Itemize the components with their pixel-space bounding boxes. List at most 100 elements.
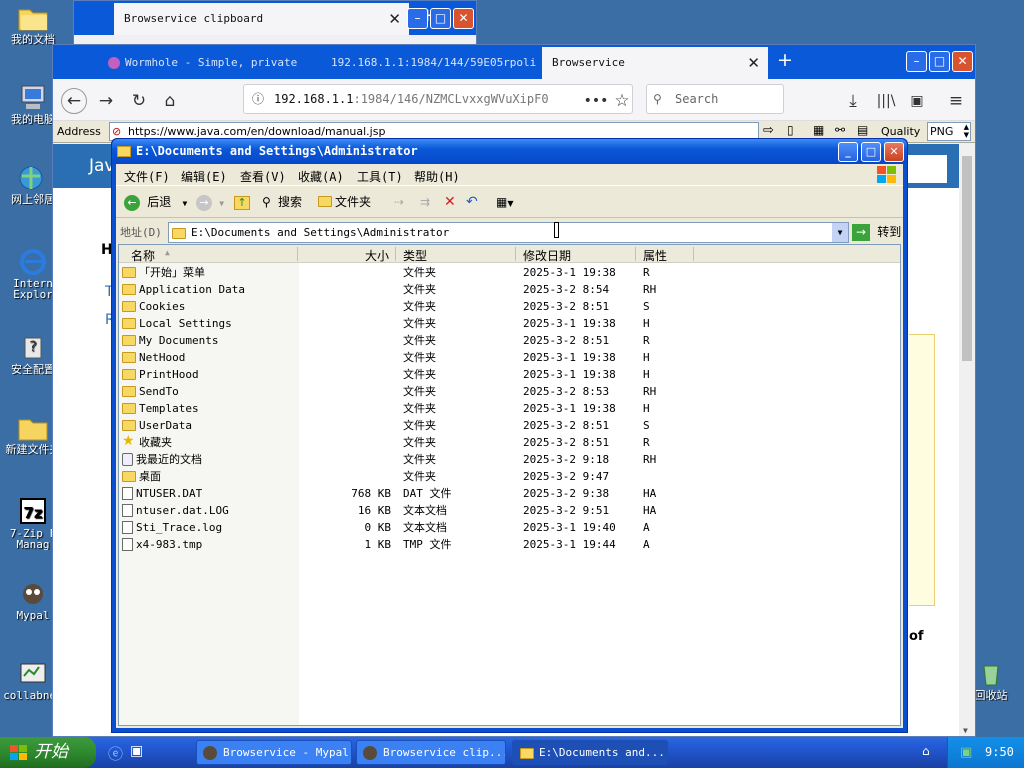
library-icon[interactable]: |||\ xyxy=(873,88,899,114)
file-row[interactable]: 「开始」菜单 文件夹 2025-3-1 19:38 R xyxy=(119,264,900,281)
explorer-title-bar[interactable]: E:\Documents and Settings\Administrator xyxy=(112,139,907,164)
network-status-icon[interactable]: ▣ xyxy=(960,737,972,768)
minimize-button[interactable]: – xyxy=(407,8,428,29)
minimize-button[interactable]: – xyxy=(906,51,927,72)
maximize-button[interactable]: □ xyxy=(430,8,451,29)
back-button[interactable]: ← 后退 ▼ xyxy=(124,193,187,213)
column-size[interactable]: 大小 xyxy=(365,247,389,264)
menu-tools[interactable]: 工具(T) xyxy=(357,168,403,185)
menu-view[interactable]: 查看(V) xyxy=(240,168,286,185)
page-scrollbar[interactable]: ▼ xyxy=(959,144,975,736)
file-icon xyxy=(122,486,133,500)
up-folder-button[interactable]: ↑ xyxy=(234,193,250,211)
notification-icon[interactable]: ⌂ xyxy=(922,744,930,758)
clipboard-icon[interactable]: ▤ xyxy=(857,123,868,137)
download-icon[interactable]: ⤓ xyxy=(840,88,866,114)
url-bar[interactable]: ⓘ 192.168.1.1:1984/146/NZMCLvxxgWVuXipF0 xyxy=(243,84,633,114)
go-button[interactable]: → 转到 xyxy=(852,222,901,242)
column-type[interactable]: 类型 xyxy=(403,247,427,264)
dropdown-arrow-icon[interactable]: ▼ xyxy=(832,223,848,242)
file-row[interactable]: My Documents 文件夹 2025-3-2 8:51 R xyxy=(119,332,900,349)
delete-icon[interactable]: ✕ xyxy=(444,193,456,211)
file-row[interactable]: Templates 文件夹 2025-3-1 19:38 H xyxy=(119,400,900,417)
file-type: 文件夹 xyxy=(403,334,436,347)
explorer-window[interactable]: E:\Documents and Settings\Administrator … xyxy=(111,138,908,733)
scroll-down-arrow-icon[interactable]: ▼ xyxy=(963,726,968,735)
column-modified[interactable]: 修改日期 xyxy=(523,247,571,264)
file-row[interactable]: Local Settings 文件夹 2025-3-1 19:38 H xyxy=(119,315,900,332)
screenshot-icon[interactable]: ▦ xyxy=(813,123,824,137)
go-arrow-icon[interactable]: ⇨ xyxy=(763,123,774,138)
spinner-icon[interactable]: ▲ ▼ xyxy=(964,123,969,139)
back-browser-window[interactable]: Browservice clipboard ✕ + _ – □ ✕ xyxy=(73,0,477,50)
undo-icon[interactable]: ↶ xyxy=(466,193,478,211)
menu-icon[interactable]: ≡ xyxy=(943,88,969,114)
file-row[interactable]: UserData 文件夹 2025-3-2 8:51 S xyxy=(119,417,900,434)
scrollbar-thumb[interactable] xyxy=(962,156,972,361)
file-row[interactable]: x4-983.tmp 1 KB TMP 文件 2025-3-1 19:44 A xyxy=(119,536,900,553)
move-to-button[interactable]: ⇢ xyxy=(394,193,404,211)
taskbar-item-mypal[interactable]: Browservice - Mypal xyxy=(196,740,352,765)
header-search-box[interactable] xyxy=(905,155,947,183)
home-icon[interactable]: ⌂ xyxy=(157,88,183,114)
forward-arrow-icon[interactable]: → xyxy=(93,88,119,114)
search-button[interactable]: ⚲ 搜索 xyxy=(262,193,302,211)
maximize-button[interactable]: □ xyxy=(861,142,881,162)
minimize-button[interactable]: _ xyxy=(838,142,858,162)
folder-icon xyxy=(122,351,136,363)
views-button[interactable]: ▦▼ xyxy=(496,193,514,213)
search-input[interactable]: ⚲ Search xyxy=(646,84,784,114)
start-button[interactable]: 开始 xyxy=(0,737,96,768)
quick-launch-desktop-icon[interactable]: ▣ xyxy=(130,743,143,759)
tab-browservice[interactable]: Browservice ✕ xyxy=(542,47,768,79)
file-row[interactable]: ntuser.dat.LOG 16 KB 文本文档 2025-3-2 9:51 HA xyxy=(119,502,900,519)
tab-browservice-clipboard[interactable]: Browservice clipboard ✕ xyxy=(114,3,409,35)
file-row[interactable]: NetHood 文件夹 2025-3-1 19:38 H xyxy=(119,349,900,366)
menu-edit[interactable]: 编辑(E) xyxy=(181,168,227,185)
column-attributes[interactable]: 属性 xyxy=(643,247,667,264)
clock[interactable]: 9:50 xyxy=(985,737,1014,768)
tab-wormhole[interactable]: Wormhole - Simple, private xyxy=(98,48,318,77)
quality-select[interactable]: PNG ▲ ▼ xyxy=(927,122,971,141)
bookmark-icon[interactable]: ▯ xyxy=(787,123,794,137)
taskbar-item-explorer[interactable]: E:\Documents and... xyxy=(512,740,668,765)
copy-to-button[interactable]: ⇉ xyxy=(420,193,430,211)
new-tab-button[interactable]: + xyxy=(777,49,793,71)
tab-session[interactable]: 192.168.1.1:1984/144/59E05rpoli xyxy=(321,48,539,77)
reload-icon[interactable]: ↻ xyxy=(126,88,152,114)
menu-file[interactable]: 文件(F) xyxy=(124,168,170,185)
file-row[interactable]: Sti_Trace.log 0 KB 文本文档 2025-3-1 19:40 A xyxy=(119,519,900,536)
desktop-icon-my-documents[interactable]: 我的文档 xyxy=(0,4,66,45)
close-button[interactable]: ✕ xyxy=(884,142,904,162)
info-icon: ⓘ xyxy=(252,92,265,106)
file-attributes: S xyxy=(643,300,650,313)
close-tab-icon[interactable]: ✕ xyxy=(388,3,401,35)
find-icon[interactable]: ⚯ xyxy=(835,123,845,137)
maximize-button[interactable]: □ xyxy=(929,51,950,72)
close-tab-icon[interactable]: ✕ xyxy=(747,47,760,79)
bookmark-star-icon[interactable]: ☆ xyxy=(609,88,635,114)
file-row[interactable]: SendTo 文件夹 2025-3-2 8:53 RH xyxy=(119,383,900,400)
file-row[interactable]: PrintHood 文件夹 2025-3-1 19:38 H xyxy=(119,366,900,383)
file-row[interactable]: Cookies 文件夹 2025-3-2 8:51 S xyxy=(119,298,900,315)
file-row[interactable]: 我最近的文档 文件夹 2025-3-2 9:18 RH xyxy=(119,451,900,468)
file-row[interactable]: ★ 收藏夹 文件夹 2025-3-2 8:51 R xyxy=(119,434,900,451)
forward-button[interactable]: → ▼ xyxy=(196,193,224,213)
dropdown-arrow-icon[interactable]: ▼ xyxy=(182,199,187,208)
menu-help[interactable]: 帮助(H) xyxy=(414,168,460,185)
close-button[interactable]: ✕ xyxy=(453,8,474,29)
quick-launch-ie-icon[interactable]: ⓔ xyxy=(108,743,123,764)
file-row[interactable]: Application Data 文件夹 2025-3-2 8:54 RH xyxy=(119,281,900,298)
close-button[interactable]: ✕ xyxy=(952,51,973,72)
page-actions-icon[interactable]: ••• xyxy=(583,88,609,114)
file-row[interactable]: NTUSER.DAT 768 KB DAT 文件 2025-3-2 9:38 HA xyxy=(119,485,900,502)
folders-button[interactable]: 文件夹 xyxy=(318,193,371,211)
back-arrow-icon[interactable]: ← xyxy=(61,88,87,114)
computer-icon xyxy=(21,85,45,109)
menu-favorites[interactable]: 收藏(A) xyxy=(298,168,344,185)
column-name[interactable]: 名称 xyxy=(131,247,155,264)
file-row[interactable]: 桌面 文件夹 2025-3-2 9:47 xyxy=(119,468,900,485)
sidebar-icon[interactable]: ▣ xyxy=(904,88,930,114)
address-input[interactable]: E:\Documents and Settings\Administrator … xyxy=(168,222,849,243)
taskbar-item-clipboard[interactable]: Browservice clip... xyxy=(356,740,506,765)
